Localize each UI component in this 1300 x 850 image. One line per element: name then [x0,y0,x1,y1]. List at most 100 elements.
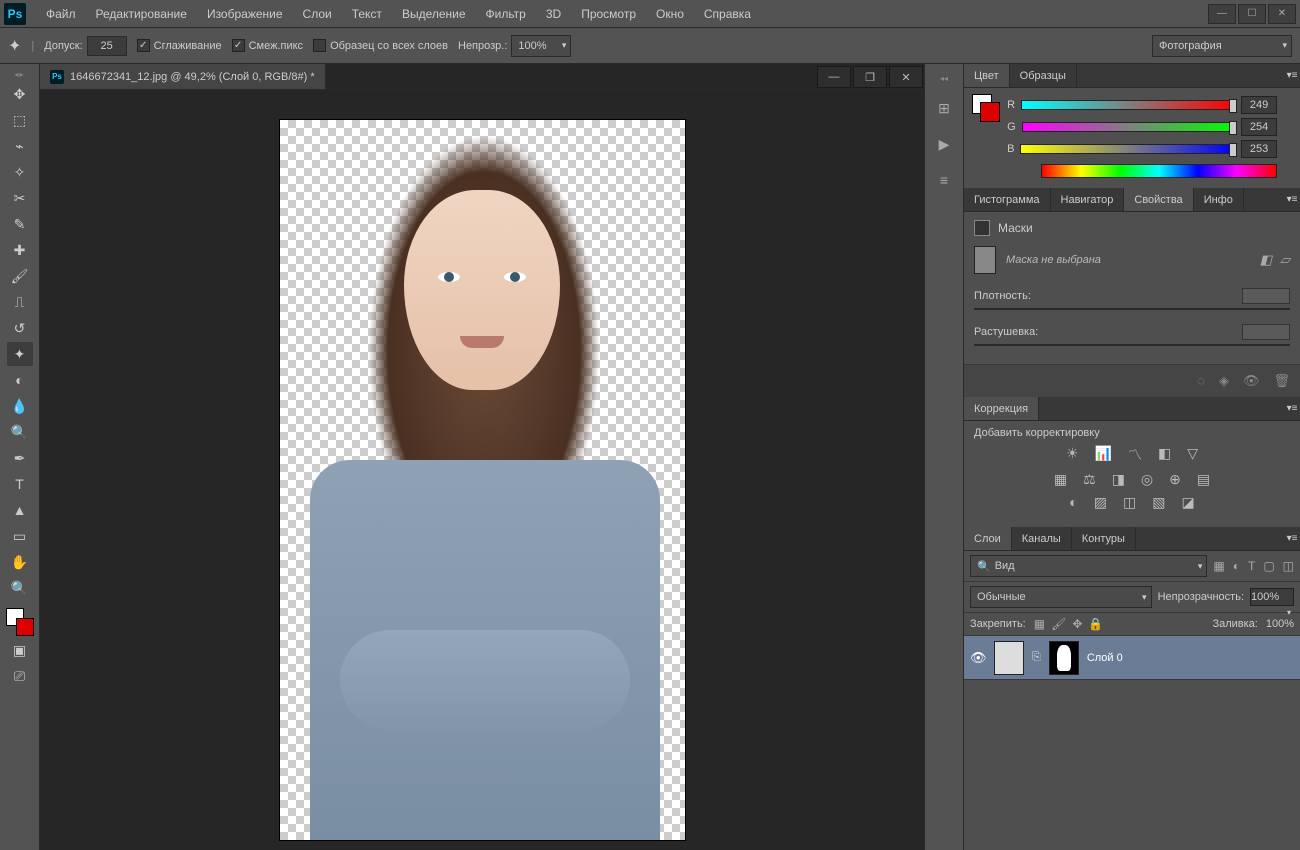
eyedropper-tool[interactable]: ✎ [7,212,33,236]
tab-channels[interactable]: Каналы [1012,527,1072,550]
lookup-icon[interactable]: ▤ [1197,471,1210,488]
canvas[interactable] [280,120,685,840]
invert-icon[interactable]: ◐ [1069,494,1077,511]
layer-visibility-toggle[interactable]: 👁 [970,650,986,666]
tab-layers[interactable]: Слои [964,527,1012,550]
filter-type-icon[interactable]: T [1248,559,1255,573]
posterize-icon[interactable]: ▨ [1094,494,1107,511]
exposure-icon[interactable]: ◧ [1158,445,1171,465]
layer-link-icon[interactable]: ⎘ [1032,651,1041,664]
gradient-map-icon[interactable]: ▧ [1152,494,1165,511]
canvas-viewport[interactable] [40,90,924,850]
screenmode-toggle[interactable]: ⎚ [7,664,33,688]
doc-restore-button[interactable]: ❐ [853,66,887,88]
tab-info[interactable]: Инфо [1194,188,1244,211]
layer-thumbnail[interactable] [994,641,1024,675]
path-selection-tool[interactable]: ▲ [7,498,33,522]
lock-pixels-icon[interactable]: 🖌 [1051,617,1066,631]
move-tool[interactable]: ✥ [7,82,33,106]
dodge-tool[interactable]: 🔍 [7,420,33,444]
adjust-panel-menu[interactable]: ▾≡ [1284,397,1300,420]
lock-all-icon[interactable]: 🔒 [1088,617,1103,631]
lock-transparent-icon[interactable]: ▦ [1034,617,1045,631]
play-icon[interactable]: ▶ [933,133,955,155]
window-close-button[interactable]: ✕ [1268,4,1296,24]
filter-shape-icon[interactable]: ▢ [1263,559,1274,573]
lock-position-icon[interactable]: ✥ [1072,617,1082,631]
filter-adjust-icon[interactable]: ◐ [1233,559,1240,573]
gradient-tool[interactable]: ◐ [7,368,33,392]
toolbar-handle[interactable]: ◂▸ [14,70,24,80]
delete-mask-icon[interactable]: 🗑 [1273,373,1290,389]
doc-minimize-button[interactable]: — [817,66,851,88]
document-tab[interactable]: Ps 1646672341_12.jpg @ 49,2% (Слой 0, RG… [40,64,326,89]
crop-tool[interactable]: ✂ [7,186,33,210]
color-swatch[interactable] [6,608,34,636]
g-value[interactable]: 254 [1241,118,1277,136]
r-value[interactable]: 249 [1241,96,1277,114]
color-panel-menu[interactable]: ▾≡ [1284,64,1300,87]
filter-pixel-icon[interactable]: ▦ [1213,559,1224,573]
panel-background-swatch[interactable] [980,102,1000,122]
load-selection-icon[interactable]: ◌ [1197,373,1205,389]
paragraph-icon[interactable]: ≡ [933,169,955,191]
history-brush-tool[interactable]: ↺ [7,316,33,340]
tolerance-input[interactable] [87,36,127,56]
antialias-checkbox[interactable]: ✓ [137,39,150,52]
background-swatch[interactable] [16,618,34,636]
layer-mask-thumbnail[interactable] [1049,641,1079,675]
r-slider[interactable] [1021,100,1235,110]
density-value[interactable] [1242,288,1290,304]
contiguous-checkbox[interactable]: ✓ [232,39,245,52]
layer-name[interactable]: Слой 0 [1087,652,1123,664]
tab-properties[interactable]: Свойства [1124,188,1193,211]
tab-navigator[interactable]: Навигатор [1051,188,1125,211]
eraser-tool[interactable]: ✦ [7,342,33,366]
layer-opacity-value[interactable]: 100% [1250,588,1294,606]
blend-mode-dropdown[interactable]: Обычные [970,586,1152,608]
pixel-mask-button[interactable]: ◧ [1260,252,1272,268]
filter-smart-icon[interactable]: ◫ [1283,559,1294,573]
doc-close-button[interactable]: ✕ [889,66,923,88]
blur-tool[interactable]: 💧 [7,394,33,418]
photo-filter-icon[interactable]: ◎ [1141,471,1153,488]
menu-view[interactable]: Просмотр [571,3,646,25]
healing-brush-tool[interactable]: ✚ [7,238,33,262]
pen-tool[interactable]: ✒ [7,446,33,470]
balance-icon[interactable]: ⚖ [1083,471,1096,488]
brightness-icon[interactable]: ☀ [1066,445,1079,465]
levels-icon[interactable]: 📊 [1095,445,1112,465]
tab-color[interactable]: Цвет [964,64,1010,87]
magic-eraser-icon[interactable]: ✦ [8,36,21,56]
menu-layers[interactable]: Слои [293,3,342,25]
selective-color-icon[interactable]: ◪ [1181,494,1194,511]
toggle-mask-icon[interactable]: 👁 [1243,373,1260,389]
tab-adjustments[interactable]: Коррекция [964,397,1039,420]
properties-panel-menu[interactable]: ▾≡ [1284,188,1300,211]
layer-row[interactable]: 👁 ⎘ Слой 0 [964,636,1300,680]
menu-3d[interactable]: 3D [536,3,571,25]
menu-file[interactable]: Файл [36,3,86,25]
color-swatch-pair[interactable] [972,94,1000,122]
hue-icon[interactable]: ▦ [1054,471,1067,488]
vector-mask-button[interactable]: ▱ [1280,252,1290,268]
lasso-tool[interactable]: ⌁ [7,134,33,158]
workspace-dropdown[interactable]: Фотография [1152,35,1292,57]
quickmask-toggle[interactable]: ▣ [7,638,33,662]
g-slider[interactable] [1022,122,1235,132]
clone-stamp-tool[interactable]: ⎍ [7,290,33,314]
layer-kind-filter[interactable]: 🔍 Вид [970,555,1207,577]
bw-icon[interactable]: ◨ [1112,471,1125,488]
b-slider[interactable] [1020,144,1235,154]
menu-edit[interactable]: Редактирование [86,3,197,25]
menu-filter[interactable]: Фильтр [476,3,536,25]
opacity-dropdown[interactable]: 100% [511,35,571,57]
menu-type[interactable]: Текст [342,3,392,25]
feather-slider[interactable] [974,344,1290,346]
density-slider[interactable] [974,308,1290,310]
apply-mask-icon[interactable]: ◈ [1219,373,1229,389]
sample-all-checkbox[interactable] [313,39,326,52]
window-maximize-button[interactable]: ☐ [1238,4,1266,24]
tab-paths[interactable]: Контуры [1072,527,1136,550]
vibrance-icon[interactable]: ▽ [1187,445,1198,465]
